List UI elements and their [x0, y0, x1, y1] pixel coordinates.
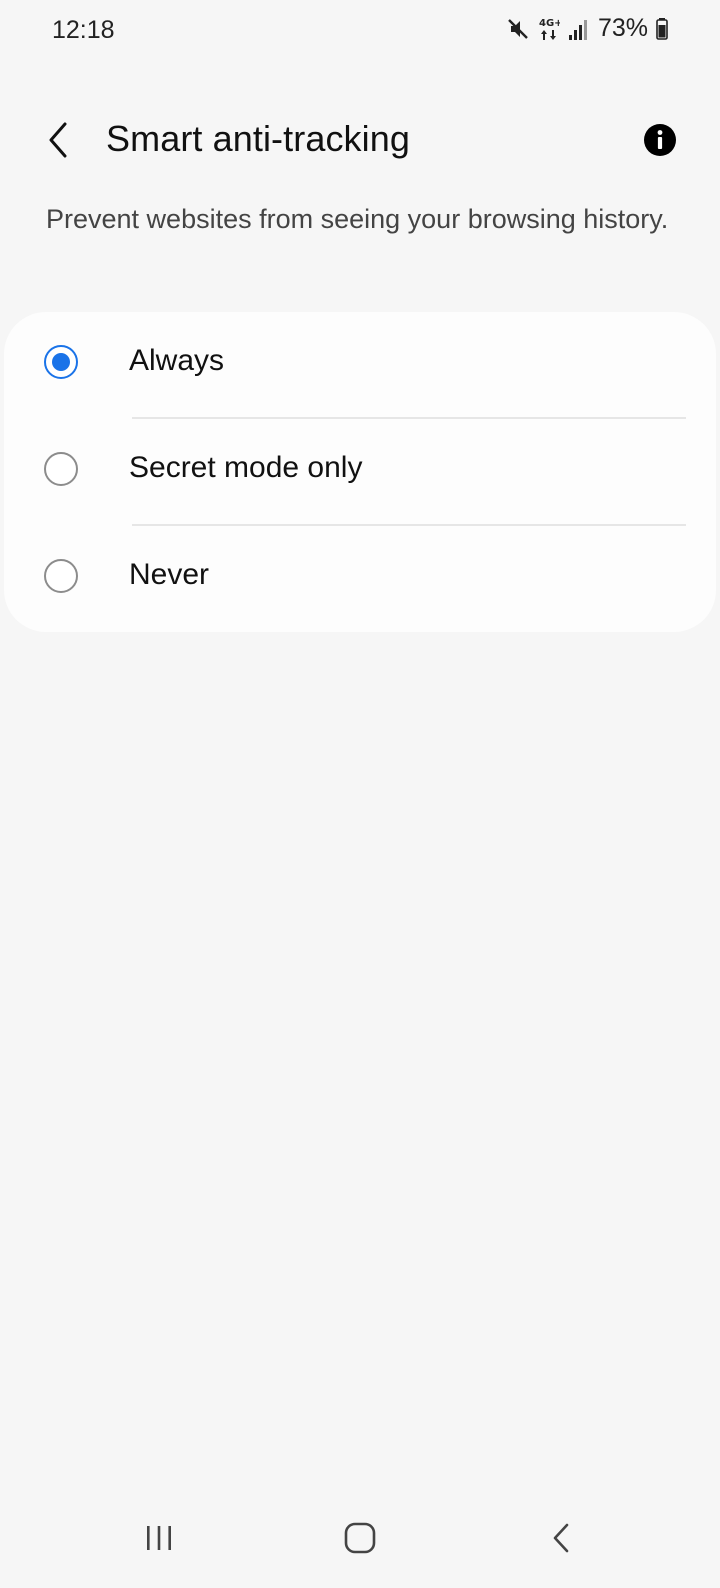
- app-header: Smart anti-tracking: [0, 100, 720, 184]
- option-label-secret-mode-only: Secret mode only: [129, 451, 363, 484]
- 4g-icon: 4G+: [538, 15, 560, 43]
- radio-never[interactable]: [44, 559, 78, 593]
- option-label-always: Always: [129, 344, 225, 377]
- back-button[interactable]: [30, 114, 86, 170]
- mute-icon: [506, 16, 530, 42]
- info-button[interactable]: [636, 118, 684, 166]
- navigation-bar: [0, 1500, 720, 1588]
- page-description: Prevent websites from seeing your browsi…: [46, 204, 669, 234]
- option-label-never: Never: [129, 558, 210, 591]
- home-icon: [344, 1522, 376, 1559]
- nav-back-button[interactable]: [526, 1510, 596, 1570]
- home-button[interactable]: [325, 1510, 395, 1570]
- status-icons: 4G+ 73%: [506, 14, 668, 43]
- option-always[interactable]: Always: [4, 312, 716, 418]
- info-icon: [643, 123, 677, 162]
- svg-text:4G+: 4G+: [539, 18, 560, 29]
- options-card: Always Secret mode only Never: [4, 312, 716, 632]
- recent-apps-icon: [144, 1524, 174, 1557]
- page-title: Smart anti-tracking: [106, 118, 410, 159]
- chevron-left-icon: [43, 120, 73, 165]
- option-never[interactable]: Never: [4, 526, 716, 632]
- screen: 12:18 4G+ 73% Smart anti-tracking Preven…: [0, 0, 720, 1588]
- battery-level: 73%: [597, 14, 648, 42]
- status-time: 12:18: [52, 16, 115, 44]
- recent-apps-button[interactable]: [124, 1510, 194, 1570]
- battery-icon: [656, 17, 668, 40]
- back-icon: [550, 1522, 572, 1559]
- radio-secret-mode-only[interactable]: [44, 452, 78, 486]
- status-bar: 12:18 4G+ 73%: [0, 0, 720, 64]
- option-secret-mode-only[interactable]: Secret mode only: [4, 419, 716, 525]
- signal-icon: [568, 17, 590, 41]
- radio-always[interactable]: [44, 345, 78, 379]
